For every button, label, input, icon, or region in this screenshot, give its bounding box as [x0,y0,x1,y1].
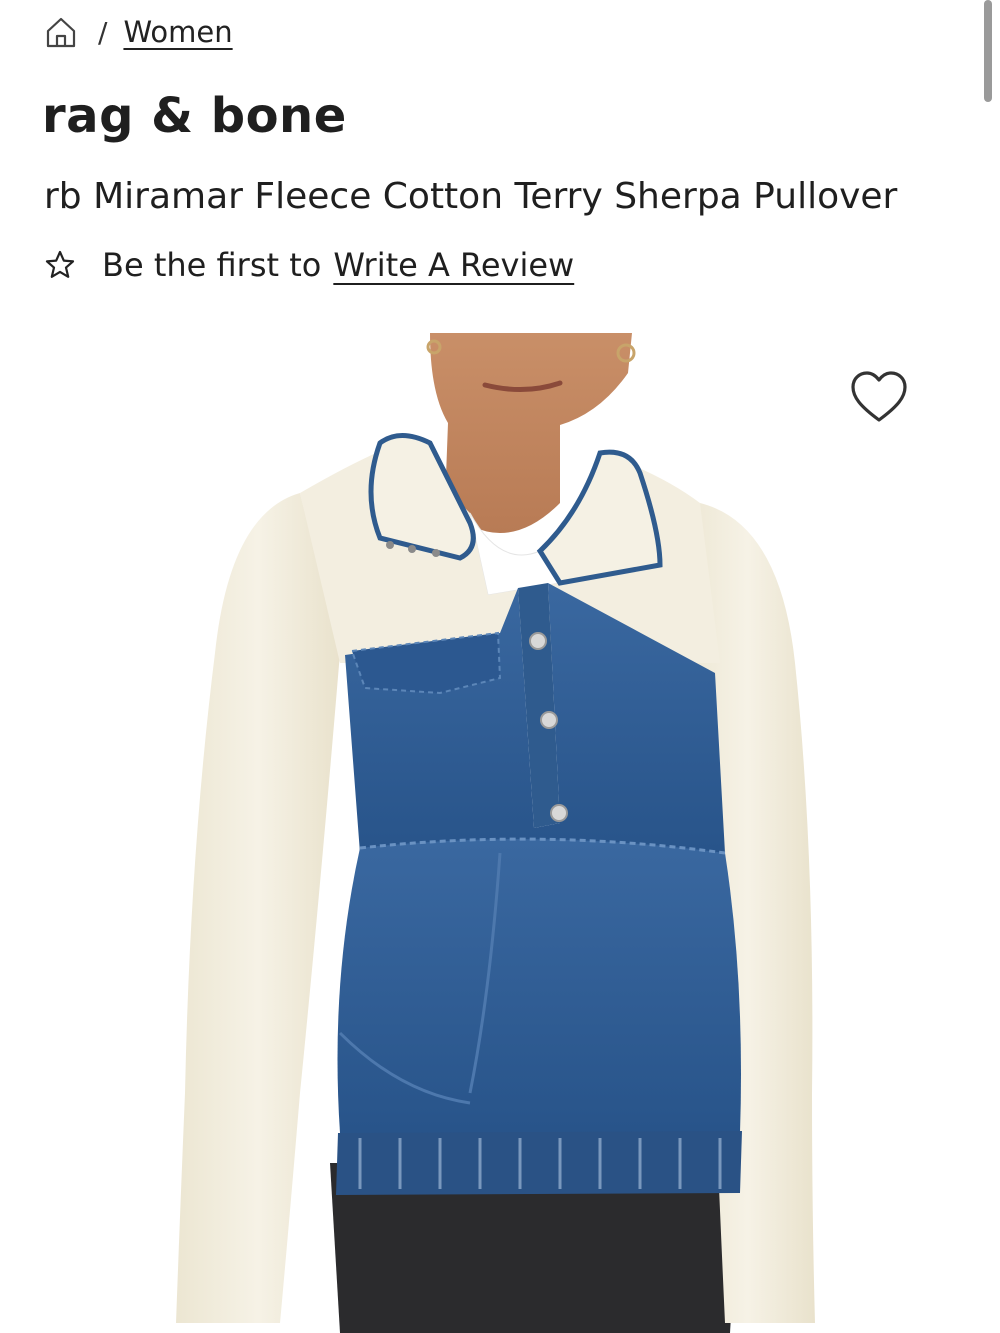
product-image[interactable] [0,333,1000,1333]
product-page: / Women rag & bone rb Miramar Fleece Cot… [0,0,1000,1333]
review-prompt: Be the first to Write A Review [44,246,574,284]
brand-name[interactable]: rag & bone [42,88,347,144]
home-icon[interactable] [44,15,78,49]
breadcrumb-separator: / [98,15,108,49]
product-title: rb Miramar Fleece Cotton Terry Sherpa Pu… [44,176,898,217]
scrollbar[interactable] [984,0,992,102]
review-prefix-text: Be the first to [102,246,322,284]
star-outline-icon [44,249,76,281]
write-review-link[interactable]: Write A Review [333,246,574,284]
breadcrumb: / Women [44,12,233,52]
heart-outline-icon [850,371,908,428]
wishlist-button[interactable] [850,370,908,424]
breadcrumb-women-link[interactable]: Women [123,15,232,49]
